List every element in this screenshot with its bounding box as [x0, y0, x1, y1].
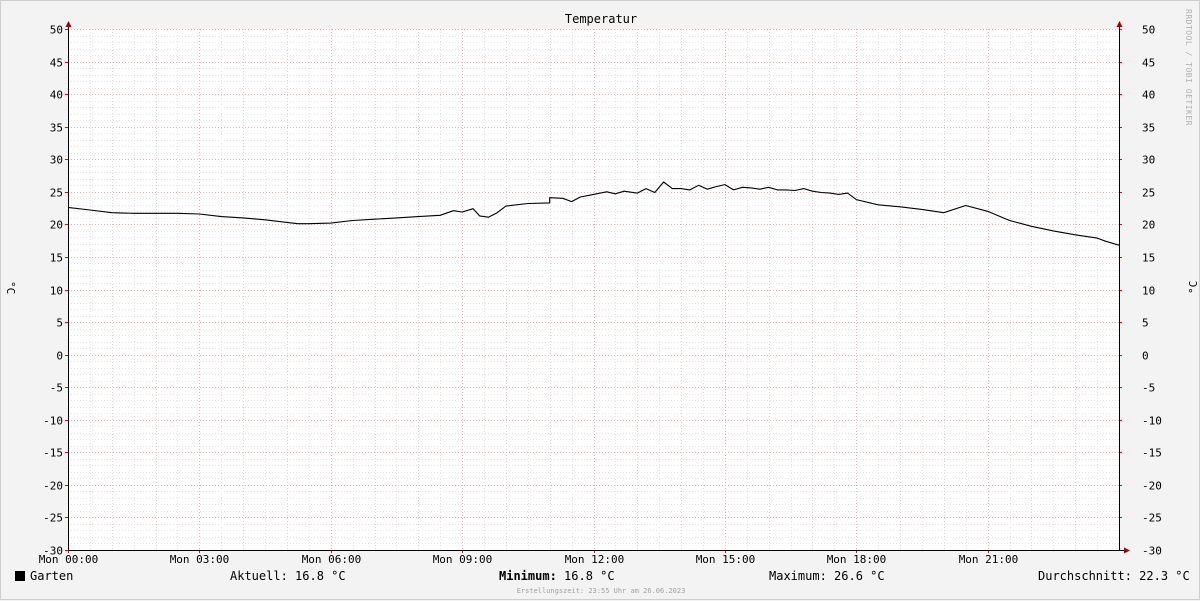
graph-frame: 50 50 45 45 40 40 35 35 30 30 25 25 20 20 15 15 10 10 5 5 0 0… [0, 0, 1200, 600]
y-tick-label: -25 [43, 512, 63, 525]
y-tick-label: 35 [1142, 122, 1155, 135]
y-tick-label: 5 [56, 317, 63, 330]
creation-time: Erstellungszeit: 23:55 Uhr am 26.06.2023 [516, 587, 686, 595]
legend-minimum: Minimum: 16.8 °C [499, 569, 615, 583]
y-tick-label: 20 [1142, 219, 1155, 232]
y-tick-label: 35 [50, 122, 63, 135]
y-tick-label: 10 [1142, 285, 1155, 298]
chart-title: Temperatur [564, 12, 638, 26]
temperature-chart: 50 5045 4540 4035 3530 3025 2520 2015 1510 105 50 0… [39, 21, 1162, 566]
y-tick-label: -5 [1142, 382, 1155, 395]
legend-aktuell: Aktuell: 16.8 °C [230, 569, 346, 583]
y-axis-label-left: °C [4, 281, 17, 295]
y-tick-label: 10 [50, 285, 63, 298]
y-tick-label: 45 [1142, 57, 1155, 70]
y-tick-label: 25 [1142, 187, 1155, 200]
y-tick-label: -20 [1142, 480, 1162, 493]
legend-swatch [15, 571, 25, 581]
legend-series: Garten [15, 569, 73, 583]
y-tick-label: 30 [50, 154, 63, 167]
y-tick-label: -10 [1142, 415, 1162, 428]
x-tick-label: Mon 21:00 [959, 553, 1019, 566]
y-tick-label: 40 [50, 89, 63, 102]
y-tick-label: 25 [50, 187, 63, 200]
y-tick-label: 45 [50, 57, 63, 70]
x-tick-label: Mon 15:00 [696, 553, 756, 566]
x-tick-label: Mon 12:00 [565, 553, 625, 566]
legend-maximum: Maximum: 26.6 °C [769, 569, 885, 583]
legend-series-name: Garten [30, 569, 74, 583]
y-axis-label-right: °C [1187, 280, 1200, 294]
watermark: RRDTOOL / TOBI OETIKER [1184, 9, 1193, 126]
y-tick-label: 0 [1142, 350, 1149, 363]
y-tick-label: 0 [56, 350, 63, 363]
x-axis-arrow [1124, 547, 1130, 554]
y-tick-label: -5 [50, 382, 63, 395]
x-tick-label: Mon 18:00 [827, 553, 887, 566]
legend-minimum-label: Minimum: [499, 569, 557, 583]
y-tick-label: -20 [43, 480, 63, 493]
y-tick-label: 40 [1142, 89, 1155, 102]
y-tick-label: -10 [43, 415, 63, 428]
y-tick-label: -15 [1142, 447, 1162, 460]
y-tick-label: 20 [50, 219, 63, 232]
x-tick-label: Mon 03:00 [170, 553, 230, 566]
legend-durchschnitt: Durchschnitt: 22.3 °C [1038, 569, 1190, 583]
y-tick-label: -25 [1142, 512, 1162, 525]
x-tick-label: Mon 00:00 [39, 553, 99, 566]
y-tick-label: 15 [1142, 252, 1155, 265]
y-tick-label: -15 [43, 447, 63, 460]
y-tick-label: 5 [1142, 317, 1149, 330]
y-tick-label: 30 [1142, 154, 1155, 167]
y-tick-label: 15 [50, 252, 63, 265]
x-tick-label: Mon 09:00 [433, 553, 493, 566]
legend-minimum-value: 16.8 °C [556, 569, 615, 583]
y-tick-label: -30 [1142, 545, 1162, 558]
x-tick-label: Mon 06:00 [302, 553, 362, 566]
